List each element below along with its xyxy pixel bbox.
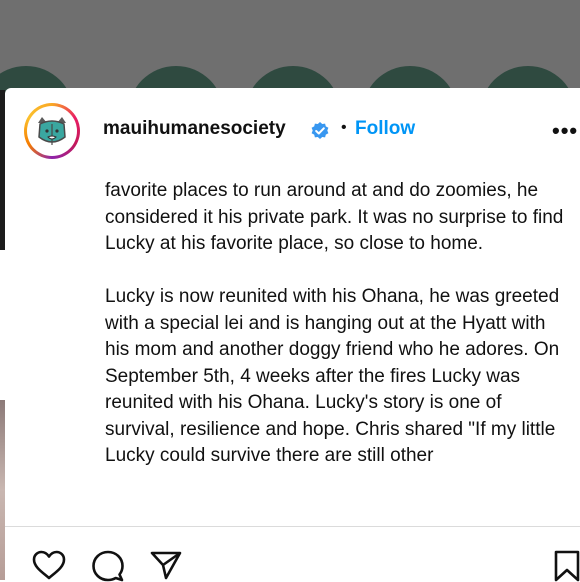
avatar-image	[27, 106, 77, 156]
post-modal: mauihumanesociety • Follow ••• favorite …	[5, 88, 580, 582]
caption-paragraph: Lucky is now reunited with his Ohana, he…	[105, 286, 560, 466]
bookmark-icon[interactable]	[554, 550, 580, 582]
post-header: mauihumanesociety • Follow •••	[5, 88, 580, 176]
post-caption: favorite places to run around at and do …	[105, 178, 565, 470]
avatar[interactable]	[24, 103, 80, 159]
send-icon[interactable]	[150, 550, 182, 580]
follow-button[interactable]: Follow	[355, 118, 415, 140]
paw-logo-icon	[38, 117, 66, 145]
action-bar	[5, 536, 580, 582]
heart-icon[interactable]	[32, 550, 66, 580]
verified-badge-icon	[311, 122, 329, 139]
caption-paragraph: favorite places to run around at and do …	[105, 180, 564, 254]
separator-dot: •	[341, 119, 347, 136]
comment-icon[interactable]	[91, 550, 125, 582]
divider	[5, 526, 580, 527]
more-options-button[interactable]: •••	[552, 118, 578, 144]
dimmed-background	[0, 0, 580, 126]
username[interactable]: mauihumanesociety	[103, 118, 286, 140]
